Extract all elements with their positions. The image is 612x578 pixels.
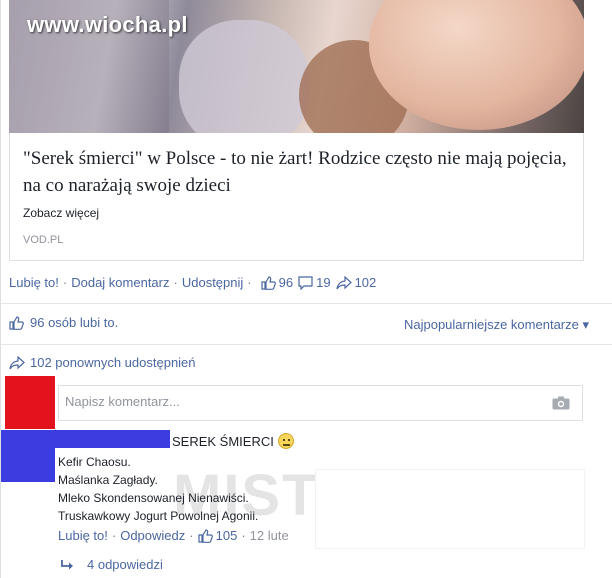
comment-title-text: SEREK ŚMIERCI <box>172 433 274 449</box>
add-comment-link[interactable]: Dodaj komentarz <box>71 275 169 290</box>
comment-like-link[interactable]: Lubię to! <box>58 528 108 543</box>
separator: · <box>247 275 252 290</box>
comment-action-bar: Lubię to! · Odpowiedz · 105 · 12 lute <box>58 528 289 543</box>
camera-icon[interactable] <box>552 396 570 410</box>
comment-input[interactable] <box>65 394 535 409</box>
commenter-avatar[interactable] <box>1 430 55 482</box>
share-link[interactable]: Udostępnij <box>182 275 243 290</box>
separator: · <box>62 275 68 290</box>
link-preview-title[interactable]: "Serek śmierci" w Polsce - to nie żart! … <box>23 145 573 199</box>
thumbs-up-icon <box>261 275 276 290</box>
post-container: www.wiocha.pl "Serek śmierci" w Polsce -… <box>0 0 612 578</box>
like-link[interactable]: Lubię to! <box>9 275 59 290</box>
comment-date[interactable]: 12 lute <box>250 528 289 543</box>
divider <box>1 303 612 304</box>
shares-summary-row[interactable]: 102 ponownych udostępnień <box>9 355 196 370</box>
separator: · <box>173 275 178 290</box>
share-count: 102 <box>354 275 377 290</box>
shares-summary-text: 102 ponownych udostępnień <box>30 355 196 370</box>
comment-reply-link[interactable]: Odpowiedz <box>120 528 185 543</box>
comment-bubble-icon <box>298 275 313 290</box>
comment-line: Truskawkowy Jogurt Powolnej Agonii. <box>58 509 259 523</box>
link-preview-image[interactable]: www.wiocha.pl <box>9 0 584 133</box>
share-arrow-icon <box>9 355 25 369</box>
share-count-stat[interactable]: 102 <box>335 275 377 290</box>
link-preview-card[interactable]: "Serek śmierci" w Polsce - to nie żart! … <box>9 133 584 261</box>
share-arrow-icon <box>335 275 352 289</box>
comment-line: Mleko Skondensowanej Nienawiści. <box>58 491 249 505</box>
likes-summary-text[interactable]: 96 osób lubi to. <box>30 315 118 330</box>
comment-sort-dropdown[interactable]: Najpopularniejsze komentarze ▾ <box>404 317 589 333</box>
comment-count: 19 <box>316 275 331 290</box>
replies-label: 4 odpowiedzi <box>87 557 163 572</box>
avatar[interactable] <box>5 376 55 429</box>
comment-title: SEREK ŚMIERCI <box>172 433 294 449</box>
redaction-block <box>316 470 584 548</box>
smile-emoji-icon <box>277 433 294 449</box>
separator: · <box>111 528 117 543</box>
divider <box>1 344 612 345</box>
separator: · <box>189 528 194 543</box>
watermark: www.wiocha.pl <box>27 12 188 37</box>
like-count-stat[interactable]: 96 <box>261 275 293 290</box>
likes-summary-row: 96 osób lubi to. Najpopularniejsze komen… <box>9 315 589 333</box>
separator: · <box>241 528 246 543</box>
comment-like-count[interactable]: 105 <box>216 528 238 543</box>
commenter-name-redacted[interactable] <box>55 430 170 448</box>
image-shape-arm <box>179 20 309 133</box>
comment-count-stat[interactable]: 19 <box>298 275 331 290</box>
view-replies-link[interactable]: 4 odpowiedzi <box>61 557 163 572</box>
comment-composer[interactable] <box>58 385 583 421</box>
thumbs-up-icon <box>9 315 24 330</box>
thumbs-up-icon <box>198 528 213 543</box>
link-preview-description: Zobacz więcej <box>23 206 100 220</box>
reply-arrow-icon <box>61 559 73 569</box>
post-action-bar: Lubię to! · Dodaj komentarz · Udostępnij… <box>9 275 376 290</box>
like-count: 96 <box>278 275 294 290</box>
link-preview-domain: VOD.PL <box>23 234 64 246</box>
comment-body: Kefir Chaosu. Maślanka Zagłady. Mleko Sk… <box>58 453 258 525</box>
comment-line: Kefir Chaosu. <box>58 455 131 469</box>
comment-line: Maślanka Zagłady. <box>58 473 158 487</box>
